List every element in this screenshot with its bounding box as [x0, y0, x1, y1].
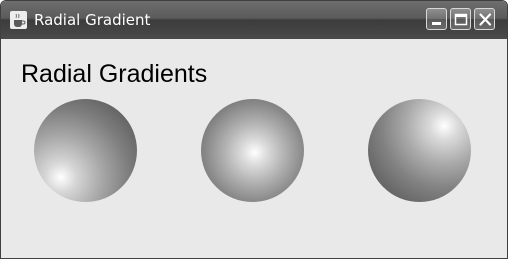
sphere-bottom-left-highlight — [34, 99, 137, 202]
sphere-top-right-highlight — [368, 99, 471, 202]
minimize-button[interactable] — [426, 8, 447, 30]
java-cup-icon[interactable] — [10, 11, 27, 29]
close-button[interactable] — [474, 8, 495, 30]
page-heading: Radial Gradients — [21, 60, 208, 88]
content-panel: Radial Gradients — [1, 39, 507, 258]
title-bar[interactable]: Radial Gradient — [1, 1, 507, 39]
app-window: Radial Gradient Radial Gradients — [0, 0, 508, 259]
maximize-button[interactable] — [450, 8, 471, 30]
window-title: Radial Gradient — [34, 11, 151, 29]
sphere-center-highlight — [201, 99, 304, 202]
